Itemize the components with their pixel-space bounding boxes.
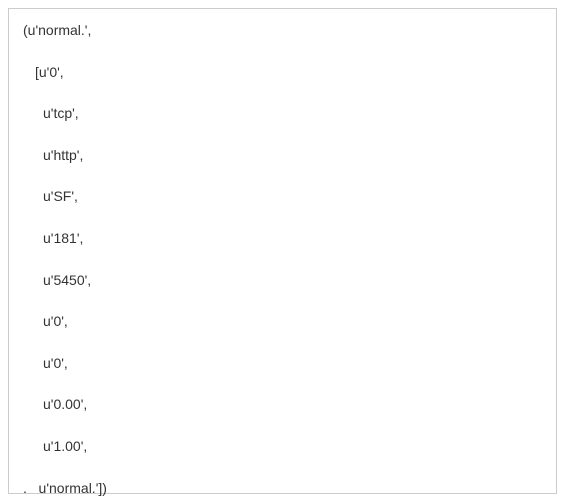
output-line: u'http', xyxy=(23,146,542,166)
output-line: u'0', xyxy=(23,354,542,374)
output-line: u'tcp', xyxy=(23,104,542,124)
output-line: u'181', xyxy=(23,229,542,249)
output-line: [u'0', xyxy=(23,63,542,83)
code-output-box: (u'normal.', [u'0', u'tcp', u'http', u'S… xyxy=(8,8,557,494)
output-line: u'1.00', xyxy=(23,437,542,457)
output-line: (u'normal.', xyxy=(23,21,542,41)
output-line: . u'normal.']) xyxy=(23,479,542,499)
output-line: u'5450', xyxy=(23,271,542,291)
output-line: u'SF', xyxy=(23,187,542,207)
output-line: u'0', xyxy=(23,312,542,332)
output-line: u'0.00', xyxy=(23,395,542,415)
